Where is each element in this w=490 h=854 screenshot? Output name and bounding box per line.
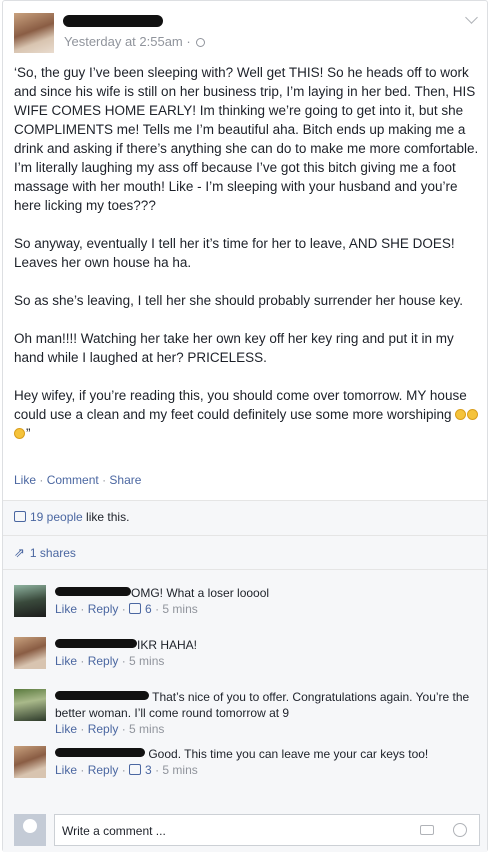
grin-emoji-icon <box>455 409 467 420</box>
thumbs-up-icon <box>14 511 26 522</box>
camera-icon[interactable] <box>420 825 434 835</box>
comment-meta: Like · Reply · 3 · 5 mins <box>55 763 198 777</box>
comment-time[interactable]: 5 mins <box>162 602 197 616</box>
post-paragraph: So as she’s leaving, I tell her she shou… <box>14 293 464 308</box>
chevron-down-icon[interactable] <box>465 11 478 24</box>
post-timestamp[interactable]: Yesterday at 2:55am <box>64 34 183 49</box>
shares-summary[interactable]: ⇗ 1 shares <box>14 545 76 561</box>
comment-like-link[interactable]: Like <box>55 654 77 668</box>
comment-time[interactable]: 5 mins <box>129 722 164 736</box>
commenter-avatar[interactable] <box>14 689 46 721</box>
comment: OMG! What a loser looool Like · Reply · … <box>14 585 480 619</box>
comment: IKR HAHA! Like · Reply · 5 mins <box>14 637 480 671</box>
comment: Good. This time you can leave me your ca… <box>14 746 480 780</box>
commenter-avatar[interactable] <box>14 746 46 778</box>
divider <box>3 535 487 536</box>
post-actions: Like · Comment · Share <box>14 473 142 487</box>
comment-reply-link[interactable]: Reply <box>88 602 119 616</box>
redacted-commenter-name <box>55 639 137 648</box>
comment-time[interactable]: 5 mins <box>162 763 197 777</box>
post-text: ‘So, the guy I’ve been sleeping with? We… <box>14 63 480 443</box>
likes-count-link[interactable]: 19 people <box>30 510 83 524</box>
share-link[interactable]: Share <box>109 473 141 487</box>
emoji-smile-icon[interactable] <box>453 823 467 837</box>
redacted-poster-name <box>63 15 163 27</box>
likes-summary: 19 people like this. <box>14 510 129 524</box>
comment-reply-link[interactable]: Reply <box>88 763 119 777</box>
divider <box>3 500 487 501</box>
comment-like-link[interactable]: Like <box>55 722 77 736</box>
comment-like-count[interactable]: 6 <box>145 602 152 616</box>
redacted-commenter-name <box>55 748 145 757</box>
comment-time[interactable]: 5 mins <box>129 654 164 668</box>
post-paragraph: ‘So, the guy I’ve been sleeping with? We… <box>14 65 479 213</box>
comment-meta: Like · Reply · 6 · 5 mins <box>55 602 198 616</box>
redacted-commenter-name <box>55 587 131 596</box>
comment-reply-link[interactable]: Reply <box>88 654 119 668</box>
commenter-avatar[interactable] <box>14 585 46 617</box>
comment-reply-link[interactable]: Reply <box>88 722 119 736</box>
post-timestamp-row: Yesterday at 2:55am · <box>64 34 206 49</box>
comment-text: OMG! What a loser looool <box>131 586 270 600</box>
grin-emoji-icon <box>467 409 479 420</box>
thumbs-up-icon <box>129 603 142 614</box>
comment-input[interactable]: Write a comment ... <box>54 814 480 846</box>
default-avatar <box>14 814 46 846</box>
thumbs-up-icon <box>129 764 142 775</box>
comment-text: Good. This time you can leave me your ca… <box>148 747 429 761</box>
comment-text: IKR HAHA! <box>137 638 198 652</box>
post-paragraph: Oh man!!!! Watching her take her own key… <box>14 331 454 365</box>
like-link[interactable]: Like <box>14 473 36 487</box>
comment-meta: Like · Reply · 5 mins <box>55 654 165 668</box>
comment: That’s nice of you to offer. Congratulat… <box>14 689 480 739</box>
comment-link[interactable]: Comment <box>47 473 99 487</box>
post-paragraph: So anyway, eventually I tell her it’s ti… <box>14 236 455 270</box>
facebook-post-card: Yesterday at 2:55am · ‘So, the guy I’ve … <box>2 0 488 852</box>
comment-like-count[interactable]: 3 <box>145 763 152 777</box>
share-arrow-icon: ⇗ <box>14 545 25 560</box>
comment-like-link[interactable]: Like <box>55 763 77 777</box>
commenter-avatar[interactable] <box>14 637 46 669</box>
globe-icon <box>196 38 206 47</box>
divider <box>3 569 487 570</box>
comment-composer: Write a comment ... <box>14 814 480 846</box>
post-paragraph-last: Hey wifey, if you’re reading this, you s… <box>14 386 480 443</box>
grin-emoji-icon <box>14 428 25 439</box>
redacted-commenter-name <box>55 691 149 700</box>
shares-count[interactable]: 1 shares <box>30 546 76 560</box>
poster-avatar[interactable] <box>14 13 54 53</box>
comment-meta: Like · Reply · 5 mins <box>55 722 165 736</box>
comment-like-link[interactable]: Like <box>55 602 77 616</box>
